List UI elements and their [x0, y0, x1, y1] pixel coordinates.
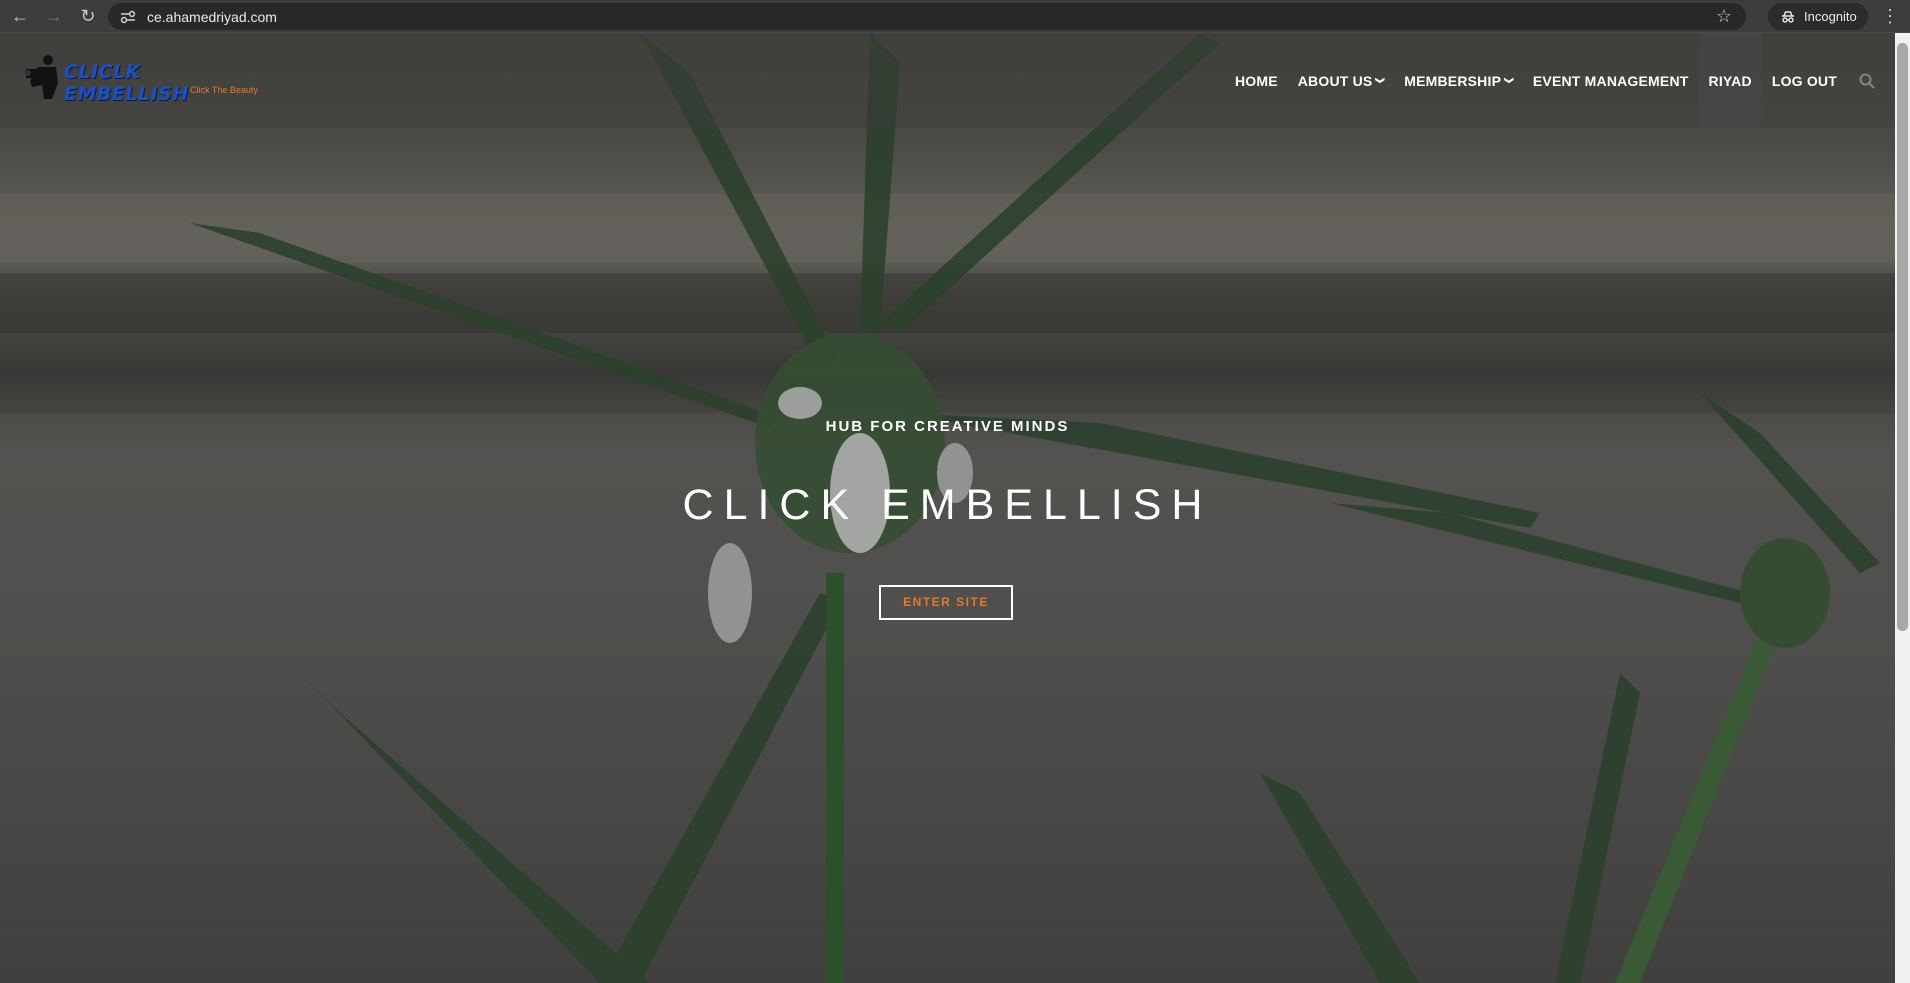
scrollbar-thumb[interactable]: [1897, 43, 1908, 631]
url-text[interactable]: ce.ahamedriyad.com: [147, 9, 277, 25]
incognito-icon: [1782, 10, 1794, 23]
nav-home-label: HOME: [1234, 72, 1278, 89]
back-icon[interactable]: ←: [6, 2, 34, 30]
reload-icon[interactable]: ↻: [74, 2, 102, 30]
hero-title: CLICK EMBELLISH: [682, 481, 1213, 529]
nav-log-out-label: LOG OUT: [1771, 72, 1837, 89]
nav-log-out[interactable]: LOG OUT: [1762, 33, 1847, 128]
site-header: CLICLK EMBELLISH Click The Beauty HOME A…: [0, 33, 1895, 128]
site-logo[interactable]: CLICLK EMBELLISH Click The Beauty: [22, 53, 267, 113]
chevron-down-icon: ❯: [1504, 76, 1515, 85]
nav-event-management-label: EVENT MANAGEMENT: [1532, 72, 1689, 89]
incognito-indicator[interactable]: Incognito: [1768, 3, 1868, 30]
logo-tagline: Click The Beauty: [190, 85, 258, 95]
nav-riyad[interactable]: RIYAD: [1698, 33, 1762, 128]
enter-site-button[interactable]: ENTER SITE: [879, 585, 1013, 620]
photographer-logo-icon: [25, 55, 58, 99]
page-viewport: CLICLK EMBELLISH Click The Beauty HOME A…: [0, 33, 1895, 983]
nav-membership-label: MEMBERSHIP: [1404, 72, 1502, 89]
browser-menu-icon[interactable]: ⋮: [1880, 5, 1900, 27]
address-bar[interactable]: ce.ahamedriyad.com ☆: [108, 3, 1746, 30]
nav-about-us-label: ABOUT US: [1297, 72, 1373, 89]
browser-toolbar: ← → ↻ ce.ahamedriyad.com ☆ Incognito ⋮: [0, 0, 1910, 33]
nav-event-management[interactable]: EVENT MANAGEMENT: [1523, 33, 1699, 128]
nav-about-us[interactable]: ABOUT US ❯: [1288, 33, 1394, 128]
logo-title: CLICLK EMBELLISH: [64, 61, 189, 105]
hero-kicker: HUB FOR CREATIVE MINDS: [825, 418, 1070, 435]
chevron-down-icon: ❯: [1375, 76, 1386, 85]
nav-home[interactable]: HOME: [1225, 33, 1288, 128]
forward-icon[interactable]: →: [40, 2, 68, 30]
site-info-icon[interactable]: [118, 7, 138, 27]
search-icon[interactable]: [1859, 73, 1875, 89]
nav-membership[interactable]: MEMBERSHIP ❯: [1394, 33, 1523, 128]
bookmark-star-icon[interactable]: ☆: [1716, 6, 1732, 27]
main-navigation: HOME ABOUT US ❯ MEMBERSHIP ❯ EVENT MANAG…: [1225, 33, 1895, 128]
nav-riyad-label: RIYAD: [1708, 72, 1752, 89]
incognito-label: Incognito: [1804, 9, 1857, 24]
